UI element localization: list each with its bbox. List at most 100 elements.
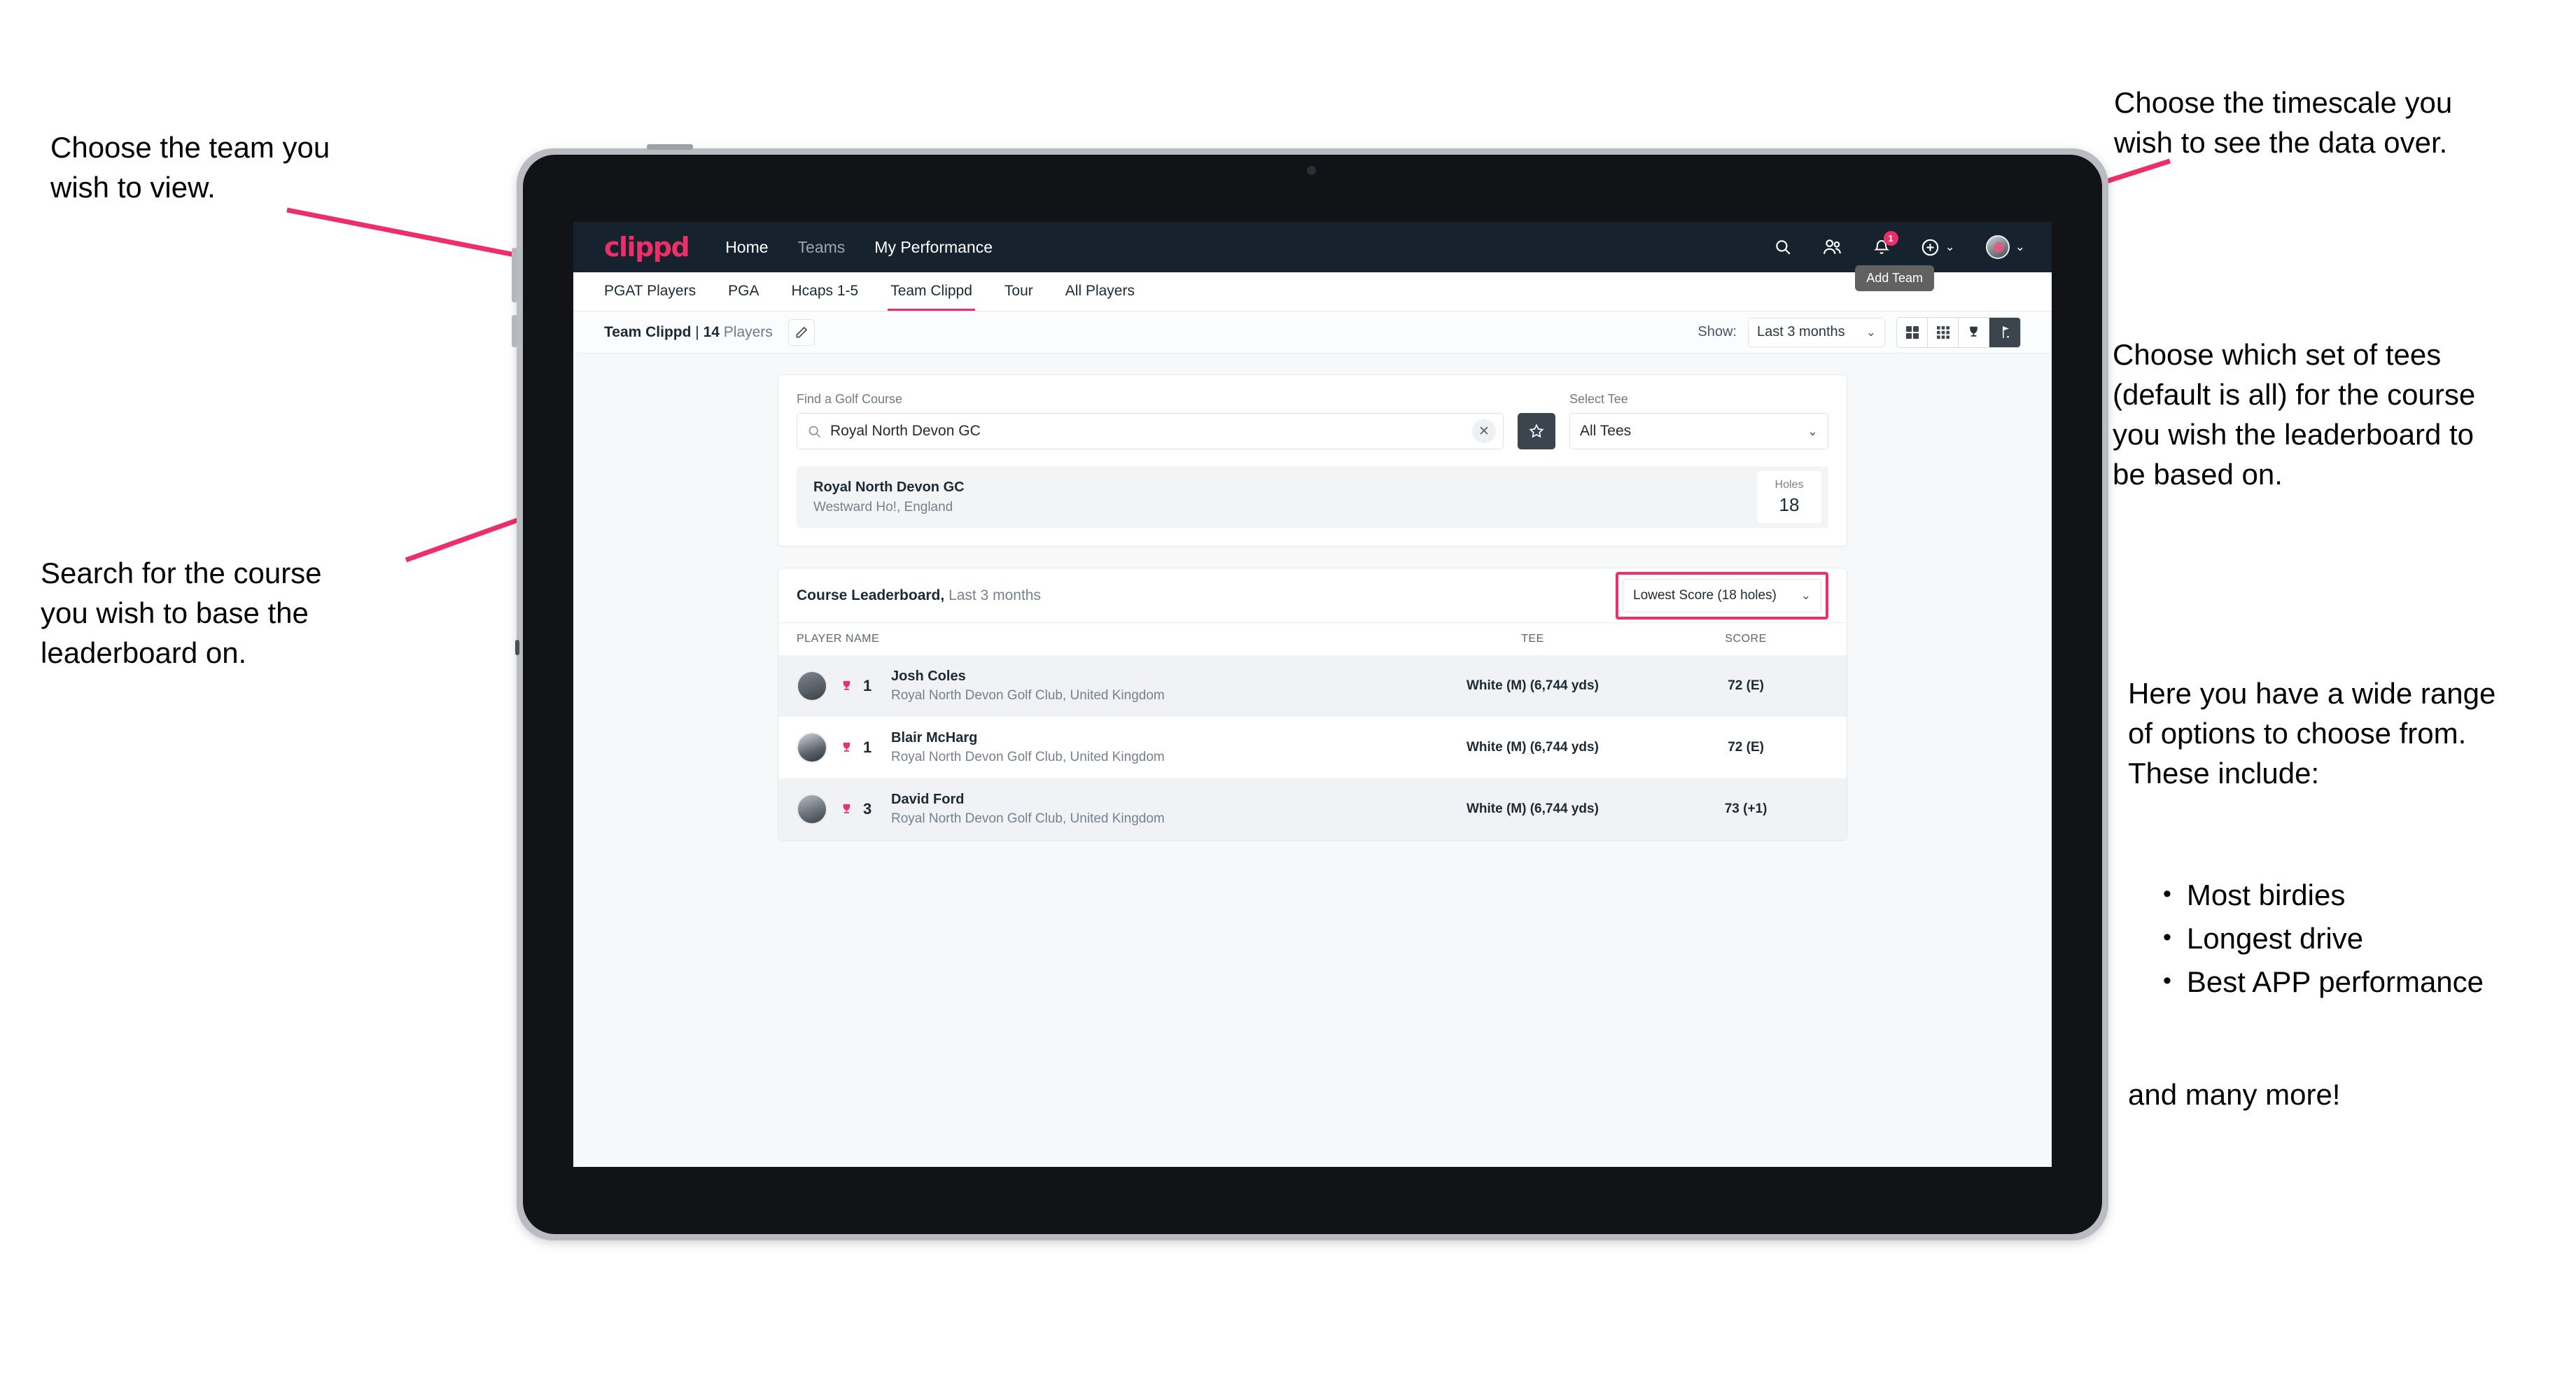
player-club: Royal North Devon Golf Club, United King… (891, 688, 1165, 703)
favorite-course-button[interactable] (1518, 413, 1555, 449)
chevron-down-icon: ⌄ (1807, 424, 1818, 438)
tab-pga[interactable]: PGA (728, 272, 759, 311)
avatar (797, 732, 827, 763)
player-score: 72 (E) (1728, 678, 1764, 693)
search-icon[interactable] (1774, 238, 1792, 256)
annotation-options-bullets: • Most birdies • Longest drive • Best APP p… (2163, 874, 2576, 1004)
annotation-options-intro: Here you have a wide range of options to… (2128, 677, 2496, 790)
bullet-dot-icon: • (2163, 881, 2171, 907)
timescale-value: Last 3 months (1757, 324, 1845, 340)
player-rank: 1 (863, 677, 872, 694)
grid-3x3-view-button[interactable] (1928, 317, 1959, 347)
add-team-tooltip: Add Team (1855, 265, 1934, 291)
select-tee-label: Select Tee (1569, 392, 1628, 406)
nav-link-my-performance[interactable]: My Performance (874, 238, 993, 257)
clippd-logo[interactable]: clippd (604, 232, 690, 262)
notification-badge: 1 (1883, 231, 1898, 246)
annotation-choose-team: Choose the team you wish to view. (50, 131, 330, 204)
course-result-name: Royal North Devon GC (813, 479, 965, 495)
player-club: Royal North Devon Golf Club, United King… (891, 750, 1165, 764)
trophy-icon (840, 740, 853, 755)
team-name-label: Team Clippd (604, 323, 692, 340)
app-navbar: clippd Home Teams My Performance 1 ⌄ ⌄ A… (573, 222, 2052, 291)
player-name: Blair McHarg (891, 730, 978, 746)
tab-all-players[interactable]: All Players (1065, 272, 1135, 311)
players-word: Players (719, 323, 773, 340)
holes-value: 18 (1779, 493, 1800, 515)
player-score: 73 (+1) (1724, 802, 1768, 816)
grid-2x2-view-button[interactable] (1897, 317, 1928, 347)
team-toolbar: Team Clippd | 14 Players Show: Last 3 mo… (573, 312, 2052, 354)
tab-hcaps-1-5[interactable]: Hcaps 1-5 (791, 272, 858, 311)
trophy-view-button[interactable] (1959, 317, 1989, 347)
holes-label: Holes (1774, 478, 1804, 491)
leaderboard-title: Course Leaderboard, Last 3 months (797, 587, 1041, 604)
tab-tour[interactable]: Tour (1004, 272, 1033, 311)
timescale-select[interactable]: Last 3 months ⌄ (1748, 317, 1885, 347)
player-tee: White (M) (6,744 yds) (1466, 740, 1599, 755)
show-label: Show: (1698, 324, 1737, 340)
golf-flag-view-button[interactable] (1989, 317, 2020, 347)
nav-link-teams[interactable]: Teams (798, 238, 846, 257)
edit-team-button[interactable] (788, 318, 815, 346)
leaderboard-title-main: Course Leaderboard, (797, 587, 945, 603)
leaderboard-header: Course Leaderboard, Last 3 months Lowest… (778, 568, 1847, 623)
bullet-label: Most birdies (2186, 878, 2346, 911)
course-result-text: Royal North Devon GC Westward Ho!, Engla… (813, 479, 965, 515)
player-name: Josh Coles (891, 668, 966, 684)
course-result-location: Westward Ho!, England (813, 499, 953, 514)
tab-team-clippd[interactable]: Team Clippd (888, 272, 975, 311)
star-icon (1529, 424, 1544, 438)
tablet-volume-up-button (512, 248, 517, 302)
table-row[interactable]: 1 Blair McHarg Royal North Devon Golf Cl… (778, 717, 1847, 778)
search-icon (807, 424, 822, 439)
nav-link-home[interactable]: Home (725, 238, 768, 257)
bullet-dot-icon: • (2163, 967, 2171, 995)
column-header-player-name: PLAYER NAME (797, 633, 880, 645)
course-search-value: Royal North Devon GC (830, 423, 981, 439)
player-cell: 1 Blair McHarg Royal North Devon Golf Cl… (797, 730, 1402, 765)
annotation-options-tail: and many more! (2128, 1078, 2341, 1111)
tee-select[interactable]: All Tees ⌄ (1569, 413, 1828, 449)
chevron-down-icon: ⌄ (1945, 240, 1955, 253)
player-info: Josh Coles Royal North Devon Golf Club, … (891, 668, 1165, 704)
notifications-icon[interactable]: 1 (1873, 231, 1898, 256)
player-name: David Ford (891, 792, 965, 807)
player-cell: 3 David Ford Royal North Devon Golf Club… (797, 792, 1402, 827)
leaderboard-metric-select[interactable]: Lowest Score (18 holes) ⌄ (1623, 578, 1821, 612)
avatar (797, 794, 827, 825)
course-result-row[interactable]: Royal North Devon GC Westward Ho!, Engla… (797, 466, 1828, 528)
primary-nav: Home Teams My Performance (725, 238, 993, 257)
add-icon[interactable]: ⌄ (1921, 238, 1955, 257)
leaderboard-column-headers: PLAYER NAME TEE SCORE (778, 623, 1847, 655)
column-header-tee: TEE (1521, 633, 1544, 645)
tablet-top-button (647, 144, 693, 150)
course-search-input[interactable]: Royal North Devon GC ✕ (797, 413, 1504, 449)
annotation-choose-tees: Choose which set of tees (default is all… (2113, 338, 2476, 491)
annotation-search-course: Search for the course you wish to base t… (41, 556, 322, 670)
chevron-down-icon: ⌄ (2015, 240, 2025, 253)
find-course-label: Find a Golf Course (797, 392, 903, 406)
people-icon[interactable] (1823, 238, 1842, 256)
navbar-actions: 1 ⌄ ⌄ (1774, 231, 2025, 259)
tee-field-group: Select Tee All Tees ⌄ (1569, 392, 1828, 449)
account-icon[interactable]: ⌄ (1985, 235, 2025, 259)
team-summary: Team Clippd | 14 Players (604, 324, 773, 341)
table-row[interactable]: 1 Josh Coles Royal North Devon Golf Club… (778, 655, 1847, 717)
avatar (1985, 235, 2010, 259)
player-rank: 3 (863, 800, 872, 818)
table-row[interactable]: 3 David Ford Royal North Devon Golf Club… (778, 778, 1847, 840)
player-cell: 1 Josh Coles Royal North Devon Golf Club… (797, 668, 1402, 704)
tablet-volume-down-button (512, 315, 517, 347)
bullet-label: Longest drive (2186, 922, 2364, 955)
close-icon[interactable]: ✕ (1472, 419, 1496, 443)
bullet-label: Best APP performance (2186, 965, 2484, 999)
player-rank: 1 (863, 738, 872, 756)
course-search-card: Find a Golf Course Royal North Devon GC … (778, 374, 1847, 547)
tablet-device-frame: clippd Home Teams My Performance 1 ⌄ ⌄ A… (512, 144, 2108, 1240)
tee-select-value: All Tees (1580, 423, 1632, 439)
tab-pgat-players[interactable]: PGAT Players (604, 272, 696, 311)
annotation-choose-timescale: Choose the timescale you wish to see the… (2114, 86, 2453, 160)
bullet-dot-icon: • (2163, 924, 2171, 951)
team-tabs: PGAT Players PGA Hcaps 1-5 Team Clippd T… (573, 272, 2052, 312)
